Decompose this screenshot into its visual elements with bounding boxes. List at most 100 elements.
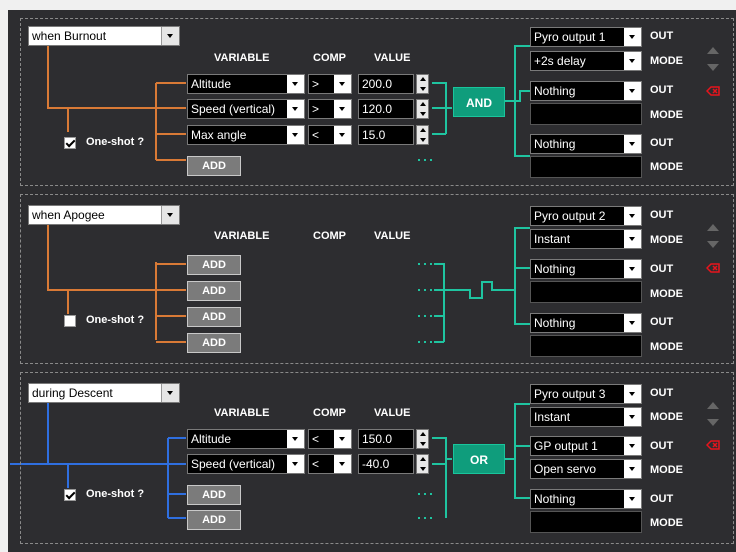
mode-label: MODE bbox=[650, 341, 683, 353]
column-header-variable: VARIABLE bbox=[214, 230, 270, 242]
mode-select-value: Instant bbox=[534, 232, 571, 246]
output-select[interactable]: Nothing bbox=[530, 489, 642, 509]
value-input[interactable]: 150.0 bbox=[358, 429, 414, 449]
add-condition-button[interactable]: ADD bbox=[187, 333, 241, 353]
move-down-icon[interactable] bbox=[707, 419, 719, 426]
column-header-value: VALUE bbox=[374, 52, 411, 64]
comp-select[interactable]: > bbox=[308, 74, 352, 94]
add-condition-button[interactable]: ADD bbox=[187, 156, 241, 176]
chevron-down-icon bbox=[624, 437, 641, 455]
variable-select[interactable]: Speed (vertical) bbox=[187, 99, 305, 119]
output-select[interactable]: Pyro output 1 bbox=[530, 27, 642, 47]
chevron-down-icon bbox=[624, 408, 641, 426]
mode-select[interactable]: Instant bbox=[530, 229, 642, 249]
add-condition-button[interactable]: ADD bbox=[187, 510, 241, 530]
output-select[interactable]: Pyro output 2 bbox=[530, 206, 642, 226]
variable-select[interactable]: Altitude bbox=[187, 74, 305, 94]
logic-gate-or[interactable]: OR bbox=[453, 444, 505, 474]
variable-select-value: Speed (vertical) bbox=[191, 102, 276, 116]
mode-select[interactable]: +2s delay bbox=[530, 51, 642, 71]
chevron-down-icon bbox=[624, 460, 641, 478]
chevron-down-icon bbox=[334, 430, 351, 448]
variable-select[interactable]: Max angle bbox=[187, 125, 305, 145]
mode-select-value: +2s delay bbox=[534, 54, 586, 68]
output-select[interactable]: Nothing bbox=[530, 81, 642, 101]
column-header-comp: COMP bbox=[313, 407, 346, 419]
oneshot-checkbox[interactable] bbox=[64, 489, 76, 501]
comp-select-value: > bbox=[312, 77, 320, 91]
chevron-down-icon bbox=[624, 207, 641, 225]
value-input[interactable]: -40.0 bbox=[358, 454, 414, 474]
output-select-value: Pyro output 3 bbox=[534, 387, 606, 401]
chevron-down-icon bbox=[624, 314, 641, 332]
value-spinner[interactable] bbox=[416, 99, 429, 119]
mode-label: MODE bbox=[650, 109, 683, 121]
output-select[interactable]: Nothing bbox=[530, 134, 642, 154]
chevron-down-icon bbox=[624, 28, 641, 46]
value-input[interactable]: 120.0 bbox=[358, 99, 414, 119]
column-header-comp: COMP bbox=[313, 52, 346, 64]
trigger-select-value: when Burnout bbox=[32, 29, 107, 43]
out-label: OUT bbox=[650, 209, 674, 221]
column-header-variable: VARIABLE bbox=[214, 407, 270, 419]
chevron-down-icon bbox=[624, 135, 641, 153]
value-spinner[interactable] bbox=[416, 454, 429, 474]
chevron-down-icon bbox=[161, 384, 179, 402]
value-spinner[interactable] bbox=[416, 74, 429, 94]
trigger-select-1[interactable]: when Burnout bbox=[28, 26, 180, 46]
chevron-down-icon bbox=[287, 75, 304, 93]
chevron-down-icon bbox=[287, 430, 304, 448]
trigger-select-value: when Apogee bbox=[32, 208, 105, 222]
value-input[interactable]: 200.0 bbox=[358, 74, 414, 94]
oneshot-checkbox[interactable] bbox=[64, 137, 76, 149]
value-spinner[interactable] bbox=[416, 125, 429, 145]
comp-select[interactable]: < bbox=[308, 429, 352, 449]
mode-empty-box[interactable] bbox=[530, 103, 642, 125]
chevron-down-icon bbox=[161, 27, 179, 45]
comp-select[interactable]: > bbox=[308, 99, 352, 119]
variable-select[interactable]: Speed (vertical) bbox=[187, 454, 305, 474]
output-select-value: Nothing bbox=[534, 316, 576, 330]
comp-select-value: < bbox=[312, 432, 320, 446]
add-condition-button[interactable]: ADD bbox=[187, 485, 241, 505]
trigger-select-2[interactable]: when Apogee bbox=[28, 205, 180, 225]
move-up-icon[interactable] bbox=[707, 47, 719, 54]
move-up-icon[interactable] bbox=[707, 224, 719, 231]
add-condition-button[interactable]: ADD bbox=[187, 307, 241, 327]
oneshot-label: One-shot ? bbox=[86, 314, 145, 326]
trigger-select-3[interactable]: during Descent bbox=[28, 383, 180, 403]
mode-select[interactable]: Open servo bbox=[530, 459, 642, 479]
delete-rule-icon[interactable] bbox=[706, 263, 720, 273]
chevron-down-icon bbox=[334, 455, 351, 473]
move-down-icon[interactable] bbox=[707, 241, 719, 248]
oneshot-checkbox[interactable] bbox=[64, 315, 76, 327]
move-up-icon[interactable] bbox=[707, 402, 719, 409]
output-select[interactable]: Pyro output 3 bbox=[530, 384, 642, 404]
comp-select[interactable]: < bbox=[308, 454, 352, 474]
add-condition-button[interactable]: ADD bbox=[187, 255, 241, 275]
mode-label: MODE bbox=[650, 411, 683, 423]
output-select-value: Nothing bbox=[534, 137, 576, 151]
value-input[interactable]: 15.0 bbox=[358, 125, 414, 145]
comp-select[interactable]: < bbox=[308, 125, 352, 145]
out-label: OUT bbox=[650, 137, 674, 149]
variable-select[interactable]: Altitude bbox=[187, 429, 305, 449]
logic-gate-and[interactable]: AND bbox=[453, 87, 505, 117]
add-condition-button[interactable]: ADD bbox=[187, 281, 241, 301]
output-select[interactable]: Nothing bbox=[530, 313, 642, 333]
logic-editor-window: when Burnout VARIABLE COMP VALUE Altitud… bbox=[0, 0, 736, 552]
mode-select[interactable]: Instant bbox=[530, 407, 642, 427]
mode-select-value: Instant bbox=[534, 410, 571, 424]
value-spinner[interactable] bbox=[416, 429, 429, 449]
mode-empty-box[interactable] bbox=[530, 156, 642, 178]
output-select-value: Nothing bbox=[534, 84, 576, 98]
mode-empty-box[interactable] bbox=[530, 511, 642, 533]
delete-rule-icon[interactable] bbox=[706, 86, 720, 96]
output-select[interactable]: GP output 1 bbox=[530, 436, 642, 456]
chevron-down-icon bbox=[287, 100, 304, 118]
delete-rule-icon[interactable] bbox=[706, 440, 720, 450]
mode-empty-box[interactable] bbox=[530, 281, 642, 303]
output-select[interactable]: Nothing bbox=[530, 259, 642, 279]
move-down-icon[interactable] bbox=[707, 64, 719, 71]
mode-empty-box[interactable] bbox=[530, 335, 642, 357]
